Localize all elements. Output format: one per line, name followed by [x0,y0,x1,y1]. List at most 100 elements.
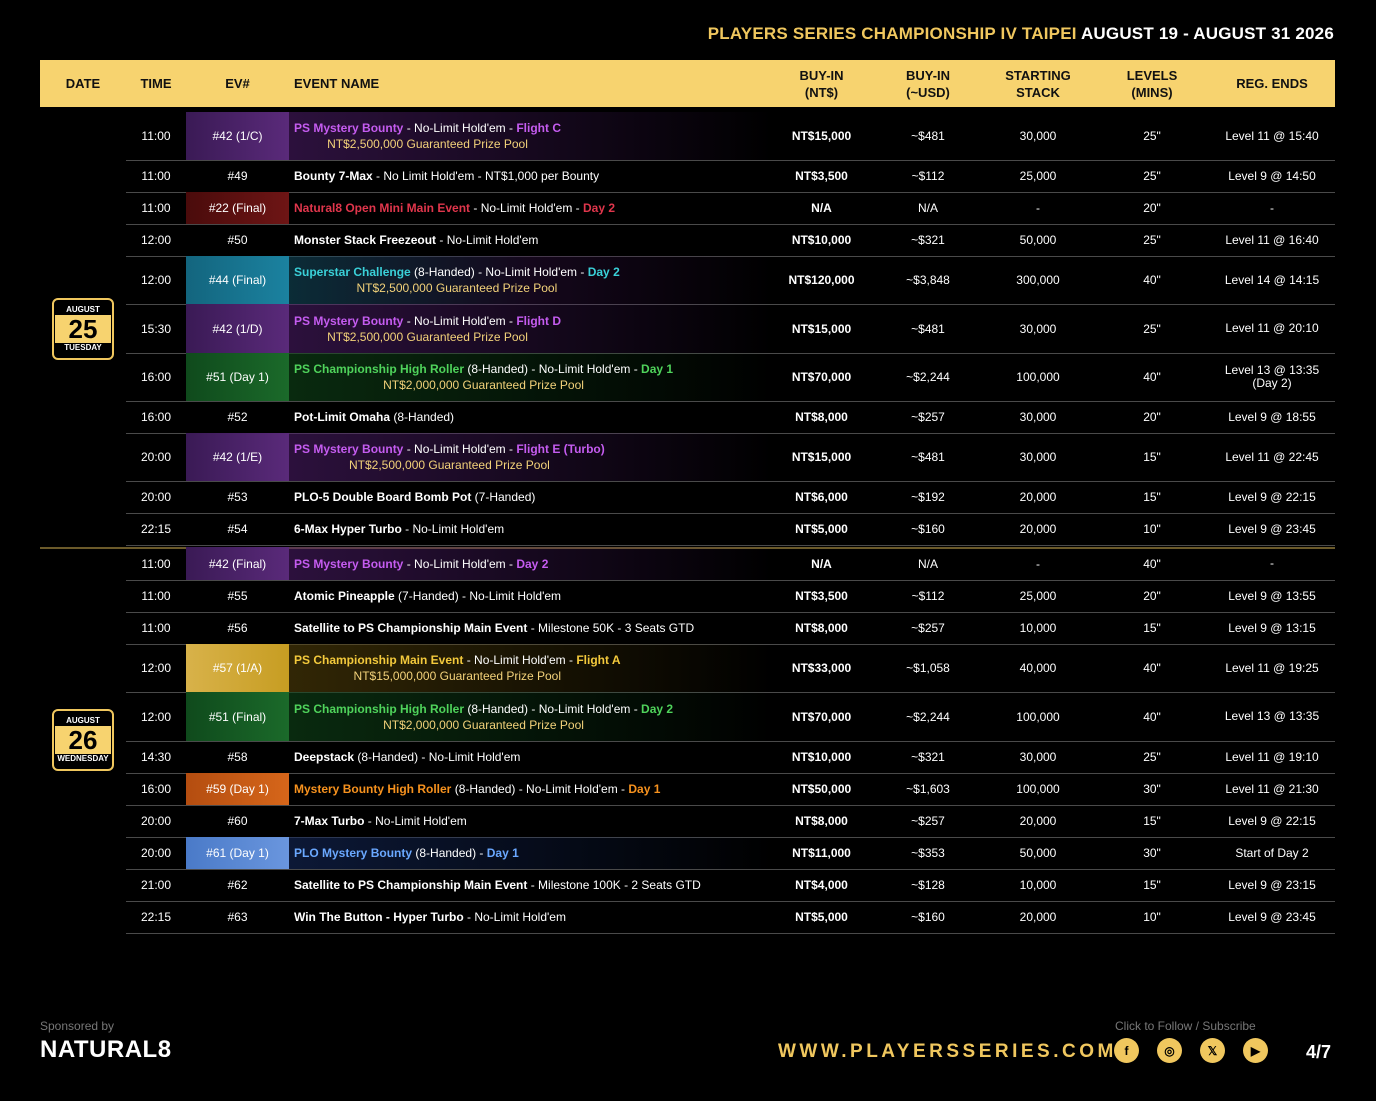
buyin-ntd: NT$33,000 [791,661,852,675]
col-levels: LEVELS (MINS) [1126,67,1178,100]
level-minutes: 15" [1143,814,1161,828]
youtube-icon[interactable]: ▶ [1243,1038,1268,1063]
table-row: 20:00 #60 7-Max Turbo - No-Limit Hold'em NT… [126,805,1335,838]
title-dates: AUGUST 19 - AUGUST 31 2026 [1080,24,1334,43]
level-minutes: 15" [1143,450,1161,464]
event-number: #51 (Final) [186,692,289,741]
event-title: Pot-Limit Omaha (8-Handed) [294,410,455,424]
x-icon[interactable]: 𝕏 [1200,1038,1225,1063]
event-number: #60 [227,814,248,828]
event-time: 11:00 [141,201,171,215]
event-title: Natural8 Open Mini Main Event - No-Limit… [294,201,616,215]
table-row: 22:15 #63 Win The Button - Hyper Turbo - N… [126,901,1335,934]
buyin-usd: ~$160 [911,910,945,924]
level-minutes: 25" [1143,321,1161,336]
starting-stack: 300,000 [1016,273,1060,287]
title-series: PLAYERS SERIES CHAMPIONSHIP IV TAIPEI [707,24,1077,43]
buyin-ntd: N/A [811,201,832,215]
starting-stack: 40,000 [1019,661,1057,675]
starting-stack: 10,000 [1019,621,1057,635]
starting-stack: 30,000 [1019,321,1057,336]
event-name: Natural8 Open Mini Main Event - No-Limit… [289,192,773,224]
guarantee-text: NT$2,500,000 Guaranteed Prize Pool [327,329,528,344]
buyin-ntd: NT$70,000 [791,370,852,384]
col-buyin-usd: BUY-IN (~USD) [905,67,951,100]
event-name: 6-Max Hyper Turbo - No-Limit Hold'em [289,513,773,545]
buyin-usd: ~$257 [911,621,945,635]
event-title: Satellite to PS Championship Main Event … [294,878,701,892]
buyin-ntd: NT$4,000 [795,878,848,892]
starting-stack: 30,000 [1019,750,1057,764]
guarantee-text: NT$15,000,000 Guaranteed Prize Pool [353,669,562,683]
buyin-usd: ~$257 [911,814,945,828]
event-time: 11:00 [141,589,171,603]
table-row: 15:30 #42 (1/D) PS Mystery Bounty - No-Lim… [126,304,1335,354]
event-name: Superstar Challenge (8-Handed) - No-Limi… [289,256,773,304]
level-minutes: 25" [1143,233,1161,247]
table-row: 21:00 #62 Satellite to PS Championship Mai… [126,869,1335,902]
starting-stack: 20,000 [1019,522,1057,536]
registration-ends: Level 9 @ 13:15 [1228,620,1316,635]
registration-ends: Level 11 @ 20:10 [1225,321,1319,335]
event-number: #54 [227,522,248,536]
starting-stack: 20,000 [1019,490,1057,504]
event-time: 21:00 [140,878,172,892]
buyin-usd: ~$257 [911,410,945,424]
event-number: #50 [227,233,248,247]
event-title: Mystery Bounty High Roller (8-Handed) - … [294,782,661,796]
buyin-ntd: NT$50,000 [791,782,852,796]
level-minutes: 15" [1143,878,1161,892]
event-title: PS Mystery Bounty - No-Limit Hold'em - D… [294,556,549,571]
event-number: #56 [227,621,248,635]
event-number: #22 (Final) [186,192,289,224]
buyin-ntd: NT$5,000 [795,522,848,536]
event-name: Win The Button - Hyper Turbo - No-Limit … [289,901,773,933]
buyin-usd: ~$2,244 [906,709,950,724]
starting-stack: 20,000 [1019,910,1057,924]
event-time: 11:00 [141,169,171,183]
starting-stack: 25,000 [1019,169,1057,183]
date-badge-aug-26: AUGUST 26 WEDNESDAY [52,709,114,771]
registration-ends: Level 11 @ 21:30 [1225,781,1319,796]
col-ev: EV# [225,76,250,91]
event-title: Deepstack (8-Handed) - No-Limit Hold'em [294,750,521,764]
starting-stack: 30,000 [1019,450,1057,464]
event-number: #44 (Final) [186,256,289,304]
buyin-usd: N/A [917,201,938,215]
table-row: 12:00 #44 (Final) Superstar Challenge (8-H… [126,256,1335,305]
follow-label: Click to Follow / Subscribe [1115,1019,1256,1033]
registration-ends: - [1270,556,1274,570]
registration-ends: Level 9 @ 14:50 [1228,168,1316,183]
registration-ends: Level 9 @ 22:15 [1228,813,1316,828]
event-time: 12:00 [140,273,172,287]
event-name: 7-Max Turbo - No-Limit Hold'em [289,805,773,837]
event-name: Pot-Limit Omaha (8-Handed) [289,401,773,433]
buyin-ntd: NT$10,000 [791,750,852,764]
buyin-ntd: NT$3,500 [795,169,848,183]
natural8-logo: NATURAL8 [40,1036,172,1063]
table-row: 22:15 #54 6-Max Hyper Turbo - No-Limit Hol… [126,513,1335,546]
event-name: Satellite to PS Championship Main Event … [289,869,773,901]
buyin-ntd: NT$15,000 [791,129,852,143]
event-name: Atomic Pineapple (7-Handed) - No-Limit H… [289,580,773,612]
event-name: Deepstack (8-Handed) - No-Limit Hold'em [289,741,773,773]
facebook-icon[interactable]: f [1114,1038,1139,1063]
buyin-ntd: NT$8,000 [795,814,848,828]
event-name: PS Championship High Roller (8-Handed) -… [289,353,773,401]
event-number: #42 (1/E) [186,433,289,481]
event-time: 22:15 [140,910,172,924]
event-time: 11:00 [141,129,171,143]
buyin-ntd: NT$11,000 [792,846,851,860]
registration-ends: Level 13 @ 13:35 [1224,709,1320,723]
table-row: 14:30 #58 Deepstack (8-Handed) - No-Limit … [126,741,1335,774]
event-number: #49 [227,169,248,183]
starting-stack: 50,000 [1019,233,1057,247]
level-minutes: 10" [1143,910,1161,924]
instagram-icon[interactable]: ◎ [1157,1038,1182,1063]
buyin-ntd: NT$8,000 [795,621,848,635]
date-badge-aug-25: AUGUST 25 TUESDAY [52,298,114,360]
event-title: 7-Max Turbo - No-Limit Hold'em [294,814,467,828]
event-time: 20:00 [140,450,172,464]
website-link[interactable]: WWW.PLAYERSSERIES.COM [778,1041,1117,1063]
registration-ends: Level 11 @ 22:45 [1225,449,1319,464]
